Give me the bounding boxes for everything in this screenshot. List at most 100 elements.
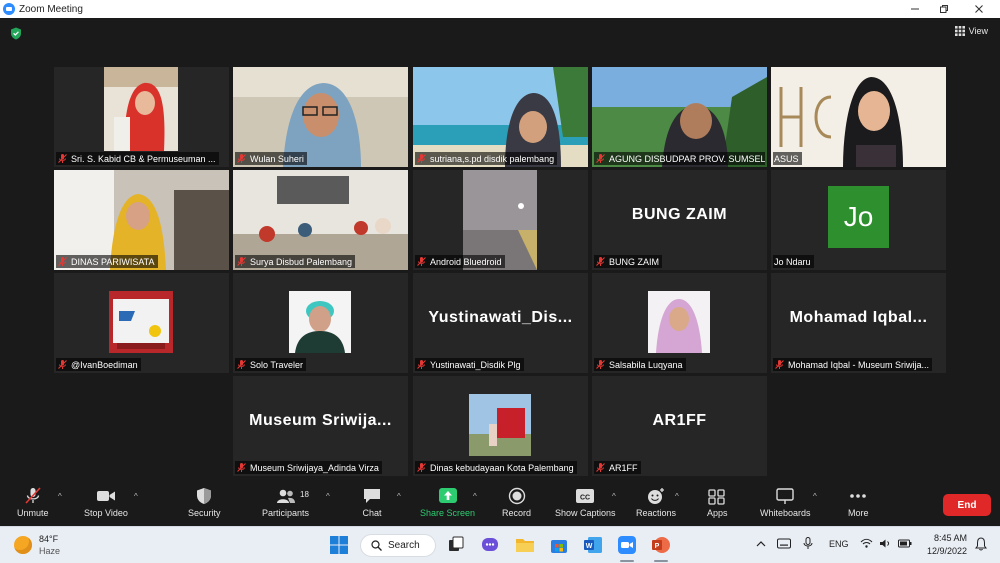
video-tile-active-speaker[interactable]: ASUS bbox=[771, 67, 946, 167]
taskbar-search[interactable]: Search bbox=[360, 534, 436, 557]
svg-text:P: P bbox=[655, 543, 660, 550]
participant-video bbox=[648, 291, 710, 353]
video-tile[interactable]: @IvanBoediman bbox=[54, 273, 229, 373]
weather-widget[interactable]: 84°F Haze bbox=[14, 533, 60, 557]
participant-name: Salsabila Luqyana bbox=[609, 359, 683, 370]
system-clock[interactable]: 8:45 AM 12/9/2022 bbox=[923, 532, 967, 558]
word-icon[interactable]: W bbox=[583, 535, 603, 555]
wifi-icon[interactable] bbox=[860, 538, 873, 549]
video-tile[interactable]: Museum Sriwija... Museum Sriwijaya_Adind… bbox=[233, 376, 408, 476]
participant-name: ASUS bbox=[774, 153, 799, 164]
window-title: Zoom Meeting bbox=[19, 3, 83, 15]
video-tile[interactable]: Dinas kebudayaan Kota Palembang bbox=[413, 376, 588, 476]
video-tile[interactable]: Salsabila Luqyana bbox=[592, 273, 767, 373]
weather-temperature: 84°F bbox=[39, 534, 59, 544]
volume-icon[interactable] bbox=[879, 538, 892, 549]
reactions-button[interactable]: Reactions bbox=[636, 487, 676, 518]
input-language[interactable]: ENG bbox=[829, 539, 849, 549]
muted-mic-icon bbox=[58, 360, 67, 369]
video-options-caret-icon[interactable]: ^ bbox=[134, 492, 138, 501]
whiteboards-options-caret-icon[interactable]: ^ bbox=[813, 492, 817, 501]
keyboard-icon[interactable] bbox=[777, 538, 791, 549]
muted-mic-icon bbox=[775, 360, 784, 369]
participant-name-label: Yustinawati_Disdik Plg bbox=[415, 358, 524, 371]
video-tile[interactable]: Sri. S. Kabid CB & Permuseuman ... bbox=[54, 67, 229, 167]
captions-options-caret-icon[interactable]: ^ bbox=[612, 492, 616, 501]
more-button[interactable]: More bbox=[848, 487, 869, 518]
show-captions-button[interactable]: CC Show Captions bbox=[555, 487, 616, 518]
apps-label: Apps bbox=[707, 508, 728, 518]
video-tile[interactable]: sutriana,s.pd disdik palembang bbox=[413, 67, 588, 167]
participant-video bbox=[109, 291, 173, 353]
apps-button[interactable]: Apps bbox=[707, 487, 728, 518]
maximize-button[interactable] bbox=[927, 0, 961, 18]
chat-options-caret-icon[interactable]: ^ bbox=[397, 492, 401, 501]
stop-video-button[interactable]: Stop Video bbox=[84, 487, 128, 518]
security-label: Security bbox=[188, 508, 221, 518]
whiteboards-button[interactable]: Whiteboards bbox=[760, 487, 811, 518]
reactions-options-caret-icon[interactable]: ^ bbox=[675, 492, 679, 501]
muted-mic-icon bbox=[237, 257, 246, 266]
zoom-active-indicator bbox=[620, 560, 634, 562]
muted-mic-icon bbox=[596, 463, 605, 472]
participant-name-label: Surya Disbud Palembang bbox=[235, 255, 356, 268]
microphone-tray-icon[interactable] bbox=[803, 537, 813, 550]
video-tile[interactable]: BUNG ZAIM BUNG ZAIM bbox=[592, 170, 767, 270]
muted-mic-icon bbox=[596, 257, 605, 266]
participant-name: Sri. S. Kabid CB & Permuseuman ... bbox=[71, 153, 216, 164]
zoom-app-icon[interactable] bbox=[617, 535, 637, 555]
video-tile[interactable]: Jo Jo Ndaru bbox=[771, 170, 946, 270]
participant-name-label: Sri. S. Kabid CB & Permuseuman ... bbox=[56, 152, 219, 165]
video-tile[interactable]: Wulan Suheri bbox=[233, 67, 408, 167]
powerpoint-icon[interactable]: P bbox=[651, 535, 671, 555]
search-label: Search bbox=[388, 540, 420, 551]
muted-mic-icon bbox=[417, 463, 426, 472]
teams-chat-icon[interactable] bbox=[480, 535, 500, 555]
share-screen-button[interactable]: Share Screen bbox=[420, 487, 475, 518]
share-options-caret-icon[interactable]: ^ bbox=[473, 492, 477, 501]
participant-name-label: ASUS bbox=[773, 152, 802, 165]
participants-options-caret-icon[interactable]: ^ bbox=[326, 492, 330, 501]
video-tile[interactable]: AGUNG DISBUDPAR PROV. SUMSEL bbox=[592, 67, 767, 167]
windows-start-icon[interactable] bbox=[329, 535, 349, 555]
task-view-icon[interactable] bbox=[446, 535, 466, 555]
video-tile[interactable]: Solo Traveler bbox=[233, 273, 408, 373]
chat-bubble-icon bbox=[364, 489, 380, 503]
meeting-controls: Unmute ^ Stop Video ^ Security Participa… bbox=[0, 480, 1000, 526]
video-tile[interactable]: Mohamad Iqbal... Mohamad Iqbal - Museum … bbox=[771, 273, 946, 373]
video-tile[interactable]: DINAS PARIWISATA bbox=[54, 170, 229, 270]
video-tile[interactable]: Surya Disbud Palembang bbox=[233, 170, 408, 270]
video-tile[interactable]: AR1FF AR1FF bbox=[592, 376, 767, 476]
unmute-button[interactable]: Unmute bbox=[17, 487, 49, 518]
participant-name-label: sutriana,s.pd disdik palembang bbox=[415, 152, 558, 165]
close-button[interactable] bbox=[962, 0, 996, 18]
video-tile[interactable]: Yustinawati_Dis... Yustinawati_Disdik Pl… bbox=[413, 273, 588, 373]
participant-name-label: Jo Ndaru bbox=[773, 255, 814, 268]
clock-date: 12/9/2022 bbox=[926, 546, 967, 556]
powerpoint-active-indicator bbox=[654, 560, 668, 562]
weather-description: Haze bbox=[39, 546, 61, 556]
end-meeting-button[interactable]: End bbox=[943, 494, 991, 516]
chat-button[interactable]: Chat bbox=[362, 487, 382, 518]
muted-mic-icon bbox=[596, 360, 605, 369]
show-hidden-icons-chevron-icon[interactable] bbox=[756, 539, 766, 549]
record-button[interactable]: Record bbox=[502, 487, 531, 518]
participant-display-name: BUNG ZAIM bbox=[631, 206, 728, 223]
participant-name: Jo Ndaru bbox=[774, 256, 811, 267]
view-button[interactable]: View bbox=[954, 26, 988, 36]
participant-name-label: @IvanBoediman bbox=[56, 358, 141, 371]
audio-options-caret-icon[interactable]: ^ bbox=[58, 492, 62, 501]
file-explorer-icon[interactable] bbox=[515, 535, 535, 555]
zoom-window: Zoom Meeting View Sri. S. Kabid CB & Per… bbox=[0, 0, 1000, 563]
microsoft-store-icon[interactable] bbox=[549, 535, 569, 555]
more-ellipsis-icon bbox=[850, 494, 867, 498]
participant-name: Surya Disbud Palembang bbox=[250, 256, 353, 267]
apps-icon bbox=[708, 489, 725, 505]
battery-icon[interactable] bbox=[898, 538, 912, 549]
security-shield-icon bbox=[197, 488, 212, 504]
minimize-icon bbox=[911, 8, 919, 10]
notification-bell-icon[interactable] bbox=[975, 537, 987, 551]
encryption-shield-icon[interactable] bbox=[10, 27, 22, 40]
security-button[interactable]: Security bbox=[188, 487, 221, 518]
video-tile[interactable]: Android Bluedroid bbox=[413, 170, 588, 270]
